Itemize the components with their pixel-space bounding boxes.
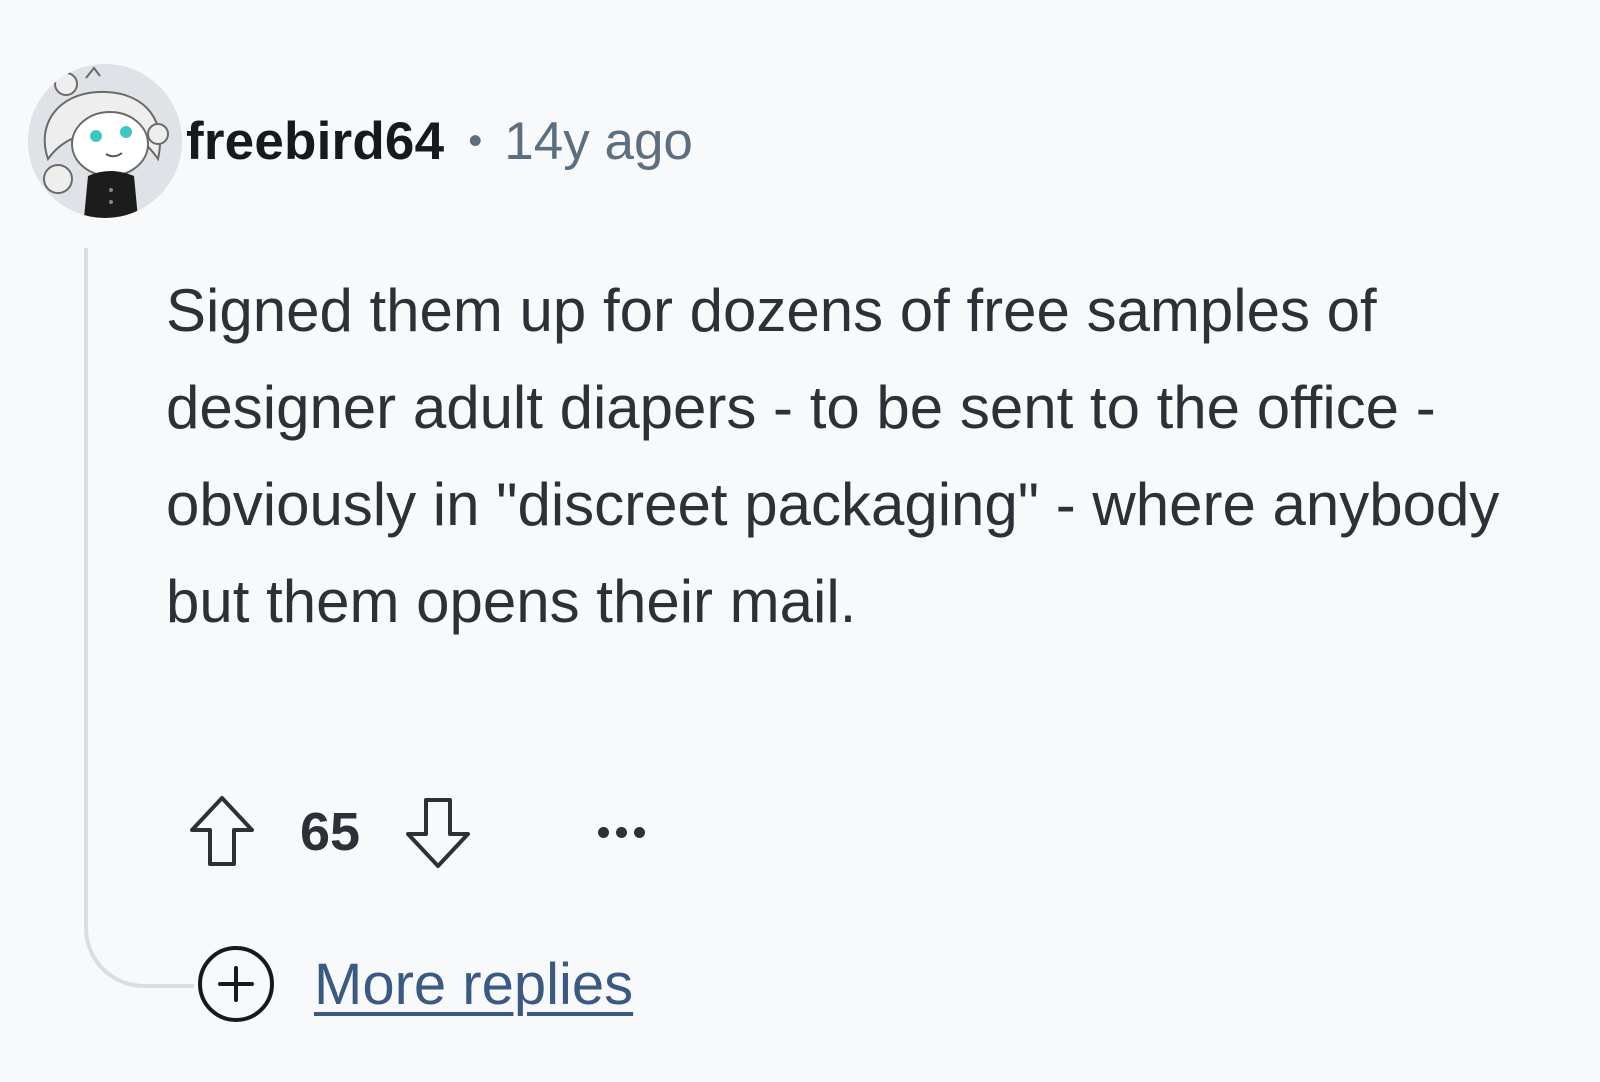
more-options-icon-dot bbox=[633, 826, 645, 838]
comment-body: Signed them up for dozens of free sample… bbox=[166, 277, 1500, 635]
snoo-avatar-icon bbox=[28, 64, 182, 218]
upvote-button[interactable] bbox=[184, 790, 260, 874]
plus-circle-icon bbox=[198, 946, 274, 1022]
comment: freebird64 • 14y ago Signed them up for … bbox=[0, 0, 1600, 1082]
upvote-arrow-icon bbox=[190, 796, 254, 866]
username[interactable]: freebird64 bbox=[186, 111, 444, 172]
more-replies-label[interactable]: More replies bbox=[314, 951, 633, 1018]
downvote-button[interactable] bbox=[400, 790, 476, 874]
more-options-button[interactable] bbox=[586, 802, 656, 862]
vote-score: 65 bbox=[300, 802, 361, 862]
more-replies-link[interactable]: More replies bbox=[196, 944, 633, 1024]
timestamp[interactable]: 14y ago bbox=[504, 111, 693, 172]
user-avatar[interactable] bbox=[28, 64, 182, 218]
comment-actions: 65 bbox=[184, 790, 656, 874]
downvote-arrow-icon bbox=[406, 798, 471, 868]
comment-header: freebird64 • 14y ago bbox=[186, 108, 693, 174]
more-options-icon-dot bbox=[615, 826, 627, 838]
meta-separator: • bbox=[468, 118, 483, 163]
more-options-icon bbox=[597, 826, 609, 838]
